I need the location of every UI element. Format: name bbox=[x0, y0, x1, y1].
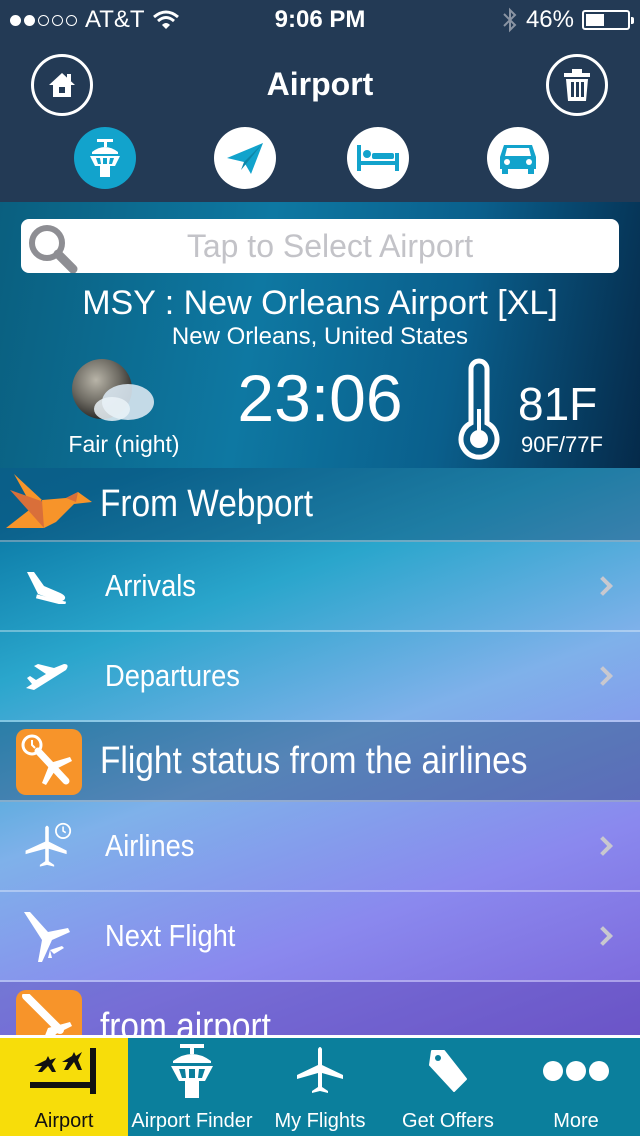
car-icon bbox=[500, 145, 536, 174]
chevron-right-icon bbox=[593, 576, 613, 596]
item-label: Departures bbox=[105, 658, 240, 693]
tab-flights[interactable] bbox=[214, 127, 276, 189]
tab-bar: Airport Airport Finder My Flights Get Of… bbox=[0, 1035, 640, 1136]
control-tower-icon bbox=[171, 1044, 213, 1098]
paper-plane-icon bbox=[227, 143, 263, 174]
tab-hotels[interactable] bbox=[347, 127, 409, 189]
thermometer-icon bbox=[458, 358, 500, 460]
tab-car-rental[interactable] bbox=[487, 127, 549, 189]
airport-summary: Tap to Select Airport MSY : New Orleans … bbox=[0, 202, 640, 468]
search-placeholder: Tap to Select Airport bbox=[186, 227, 474, 264]
origami-bird-icon bbox=[6, 474, 92, 528]
section-title: Flight status from the airlines bbox=[100, 739, 528, 782]
page-title: Airport bbox=[266, 66, 374, 102]
local-time: 23:06 bbox=[237, 361, 403, 435]
chevron-right-icon bbox=[593, 926, 613, 946]
moon-cloud-icon bbox=[72, 359, 154, 421]
weather-condition: Fair (night) bbox=[68, 431, 180, 457]
delete-button[interactable] bbox=[546, 54, 608, 116]
more-dots-icon bbox=[543, 1061, 609, 1081]
airport-runway-icon bbox=[30, 1048, 96, 1094]
search-icon bbox=[29, 225, 78, 273]
airport-search-input[interactable]: Tap to Select Airport bbox=[21, 219, 619, 273]
chevron-right-icon bbox=[593, 666, 613, 686]
tab-label: Airport bbox=[34, 1110, 94, 1132]
flight-clock-icon bbox=[21, 734, 72, 785]
trash-icon bbox=[564, 69, 590, 101]
airplane-icon bbox=[297, 1047, 343, 1093]
item-label: Arrivals bbox=[105, 568, 196, 603]
section-title: from airport bbox=[100, 1006, 271, 1035]
tab-airport-finder[interactable]: Airport Finder bbox=[128, 1038, 256, 1136]
tab-more[interactable]: More bbox=[512, 1038, 640, 1136]
section-header-from-airport: from airport bbox=[0, 982, 640, 1035]
bed-icon bbox=[357, 145, 399, 171]
airport-city: New Orleans, United States bbox=[171, 323, 469, 350]
airport-name: MSY : New Orleans Airport [XL] bbox=[82, 284, 558, 322]
airport-departure-icon bbox=[22, 994, 72, 1035]
departure-plane-icon bbox=[26, 664, 68, 690]
section-header-webport: From Webport bbox=[0, 468, 640, 542]
battery-icon bbox=[582, 10, 634, 30]
temperature-range: 90F/77F bbox=[521, 432, 603, 457]
tab-label: More bbox=[553, 1110, 599, 1132]
tab-label: Airport Finder bbox=[131, 1110, 253, 1132]
chevron-right-icon bbox=[593, 836, 613, 856]
nav-header: Airport bbox=[0, 40, 640, 242]
tag-icon bbox=[429, 1050, 467, 1092]
plane-icon bbox=[24, 912, 70, 962]
section-title: From Webport bbox=[100, 482, 314, 525]
main-content: Tap to Select Airport MSY : New Orleans … bbox=[0, 202, 640, 1035]
tab-label: My Flights bbox=[274, 1110, 366, 1132]
list-item-arrivals[interactable]: Arrivals bbox=[0, 542, 640, 632]
tab-my-flights[interactable]: My Flights bbox=[256, 1038, 384, 1136]
list-item-next-flight[interactable]: Next Flight bbox=[0, 892, 640, 982]
list-item-departures[interactable]: Departures bbox=[0, 632, 640, 722]
control-tower-icon bbox=[90, 139, 120, 177]
tab-get-offers[interactable]: Get Offers bbox=[384, 1038, 512, 1136]
list-item-airlines[interactable]: Airlines bbox=[0, 802, 640, 892]
arrival-plane-icon bbox=[27, 572, 67, 604]
current-temperature: 81F bbox=[518, 378, 598, 430]
item-label: Airlines bbox=[105, 828, 195, 863]
section-header-airline-status: Flight status from the airlines bbox=[0, 722, 640, 802]
tab-airport[interactable]: Airport bbox=[0, 1038, 128, 1136]
status-bar: AT&T 9:06 PM 46% bbox=[0, 0, 640, 40]
tab-label: Get Offers bbox=[402, 1110, 494, 1132]
item-label: Next Flight bbox=[105, 918, 236, 953]
tab-airport-info[interactable] bbox=[74, 127, 136, 189]
battery-percent: 46% bbox=[525, 6, 574, 33]
airliner-clock-icon bbox=[25, 822, 72, 867]
bluetooth-icon bbox=[503, 7, 517, 33]
